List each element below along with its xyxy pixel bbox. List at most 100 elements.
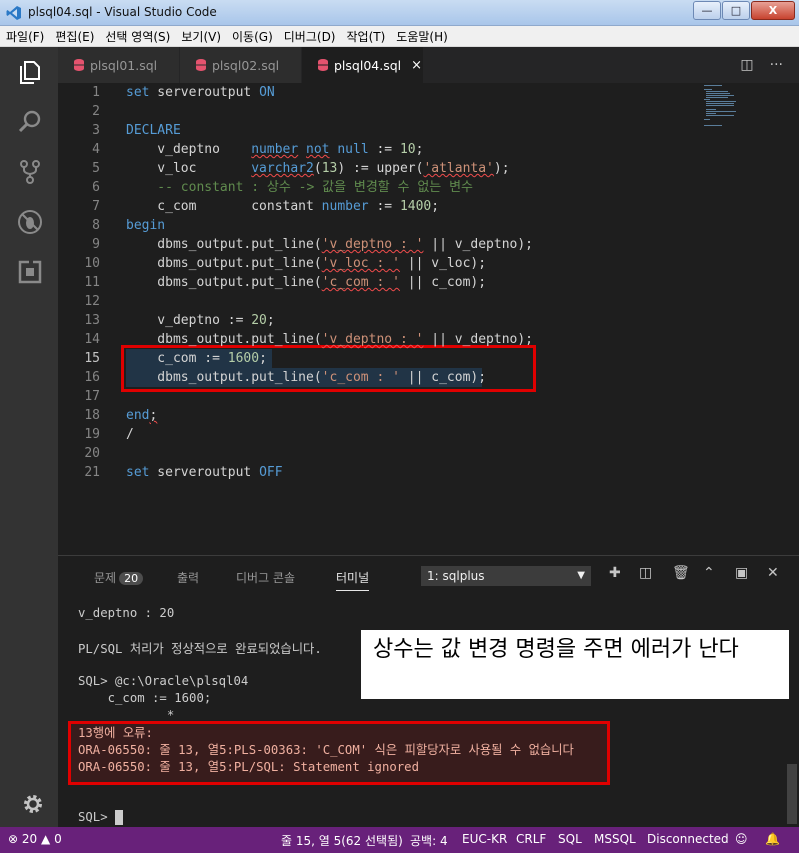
line-number: 11: [84, 275, 100, 290]
terminal-line: PL/SQL 처리가 정상적으로 완료되었습니다.: [78, 642, 322, 656]
tab-debug-console[interactable]: 디버그 콘솔: [236, 569, 295, 586]
feedback-smiley-icon[interactable]: ☺: [735, 832, 748, 846]
maximize-button[interactable]: □: [722, 1, 750, 20]
close-tab-icon[interactable]: ×: [411, 58, 422, 73]
code-line: dbms_output.put_line('c_com : ' || c_com…: [126, 370, 487, 385]
code-line: v_loc varchar2(13) := upper('atlanta');: [126, 161, 510, 176]
terminal-line: SQL> @c:\Oracle\plsql04: [78, 674, 249, 688]
tab-label: 문제: [94, 571, 117, 585]
extensions-icon[interactable]: [17, 259, 43, 285]
terminal-scrollbar[interactable]: [787, 764, 797, 824]
code-editor[interactable]: 1 set serveroutput ON 2 3 DECLARE 4 v_dept…: [58, 83, 799, 555]
notification-bell-icon[interactable]: 🔔: [765, 832, 780, 846]
database-icon: [196, 59, 206, 71]
line-number: 4: [92, 142, 100, 157]
tab-label: plsql02.sql: [212, 57, 280, 73]
tab-output[interactable]: 출력: [177, 569, 199, 586]
problems-count-badge: 20: [119, 572, 144, 585]
maximize-panel-icon[interactable]: ▣: [735, 565, 748, 581]
menu-edit[interactable]: 편집(E): [55, 28, 94, 45]
line-number: 10: [84, 256, 100, 271]
code-line: /: [126, 427, 134, 442]
tab-plsql01[interactable]: plsql01.sql: [58, 47, 180, 83]
line-number: 1: [92, 85, 100, 100]
menu-tasks[interactable]: 작업(T): [347, 28, 386, 45]
code-line: -- constant : 상수 -> 값을 변경할 수 없는 변수: [126, 180, 474, 195]
debug-icon[interactable]: [17, 209, 43, 235]
trash-icon[interactable]: 🗑: [672, 565, 690, 581]
menu-debug[interactable]: 디버그(D): [284, 28, 336, 45]
close-panel-icon[interactable]: ✕: [767, 565, 779, 581]
split-editor-icon[interactable]: ◫: [740, 57, 753, 73]
sql-dialect[interactable]: MSSQL: [594, 832, 636, 846]
tab-plsql04[interactable]: plsql04.sql ×: [302, 47, 424, 83]
language-mode[interactable]: SQL: [558, 832, 582, 846]
line-ending[interactable]: CRLF: [516, 832, 546, 846]
terminal-prompt[interactable]: SQL>: [78, 808, 124, 826]
prompt-text: SQL>: [78, 810, 116, 824]
chevron-up-icon[interactable]: ⌃: [703, 565, 715, 581]
menu-help[interactable]: 도움말(H): [396, 28, 448, 45]
activity-bar: [0, 47, 58, 827]
tab-label: plsql04.sql: [334, 57, 402, 73]
menu-selection[interactable]: 선택 영역(S): [105, 28, 170, 45]
code-line: dbms_output.put_line('v_deptno : ' || v_…: [126, 237, 533, 252]
terminal-select-value: 1: sqlplus: [427, 569, 485, 583]
terminal-line: v_deptno : 20: [78, 606, 175, 620]
cursor-position[interactable]: 줄 15, 열 5(62 선택됨): [281, 832, 403, 849]
line-number: 19: [84, 427, 100, 442]
explorer-icon[interactable]: [17, 59, 43, 85]
terminal-select[interactable]: 1: sqlplus ▼: [421, 566, 591, 586]
line-number: 16: [84, 370, 100, 385]
code-line: DECLARE: [126, 123, 181, 138]
settings-gear-icon[interactable]: [21, 792, 45, 816]
annotation-note: 상수는 값 변경 명령을 주면 에러가 난다: [361, 630, 789, 699]
line-number: 3: [92, 123, 100, 138]
line-number: 18: [84, 408, 100, 423]
panel-tabs: 문제 20 출력 디버그 콘솔 터미널 1: sqlplus ▼ ✚ ◫ 🗑 ⌃ ▣…: [58, 556, 799, 596]
line-number: 7: [92, 199, 100, 214]
error-highlight-box: [68, 721, 610, 785]
line-number: 12: [84, 294, 100, 309]
line-number: 9: [92, 237, 100, 252]
window-title: plsql04.sql - Visual Studio Code: [28, 5, 217, 19]
code-line: begin: [126, 218, 166, 233]
code-line: dbms_output.put_line('v_loc : ' || v_loc…: [126, 256, 487, 271]
code-line: v_deptno := 20;: [126, 313, 275, 328]
code-line: dbms_output.put_line('v_deptno : ' || v_…: [126, 332, 533, 347]
line-number: 2: [92, 104, 100, 119]
tab-problems[interactable]: 문제 20: [94, 569, 144, 586]
line-number: 8: [92, 218, 100, 233]
close-window-button[interactable]: X: [751, 1, 795, 20]
database-icon: [318, 59, 328, 71]
minimize-button[interactable]: —: [693, 1, 721, 20]
new-terminal-icon[interactable]: ✚: [609, 565, 621, 581]
more-actions-icon[interactable]: ···: [770, 57, 783, 73]
menu-file[interactable]: 파일(F): [6, 28, 44, 45]
search-icon[interactable]: [17, 109, 43, 135]
indentation[interactable]: 공백: 4: [410, 832, 448, 849]
menu-go[interactable]: 이동(G): [232, 28, 273, 45]
encoding[interactable]: EUC-KR: [462, 832, 507, 846]
warning-count: 0: [54, 832, 62, 846]
code-line: dbms_output.put_line('c_com : ' || c_com…: [126, 275, 487, 290]
tab-terminal[interactable]: 터미널: [336, 569, 370, 591]
code-line: c_com := 1600;: [126, 351, 267, 366]
status-bar: ⊗ 20 ▲ 0 줄 15, 열 5(62 선택됨) 공백: 4 EUC-KR …: [0, 827, 799, 853]
connection-status[interactable]: Disconnected: [647, 832, 729, 846]
line-number: 5: [92, 161, 100, 176]
tab-plsql02[interactable]: plsql02.sql: [180, 47, 302, 83]
source-control-icon[interactable]: [17, 159, 43, 185]
menu-bar: 파일(F) 편집(E) 선택 영역(S) 보기(V) 이동(G) 디버그(D) …: [0, 26, 799, 47]
database-icon: [74, 59, 84, 71]
code-line: v_deptno number not null := 10;: [126, 142, 424, 157]
line-number: 15: [84, 351, 100, 366]
line-number: 20: [84, 446, 100, 461]
line-number: 14: [84, 332, 100, 347]
problems-status[interactable]: ⊗ 20 ▲ 0: [8, 832, 62, 846]
menu-view[interactable]: 보기(V): [181, 28, 221, 45]
warning-icon: ▲: [41, 832, 51, 846]
line-number: 21: [84, 465, 100, 480]
line-number: 6: [92, 180, 100, 195]
split-terminal-icon[interactable]: ◫: [639, 565, 652, 581]
